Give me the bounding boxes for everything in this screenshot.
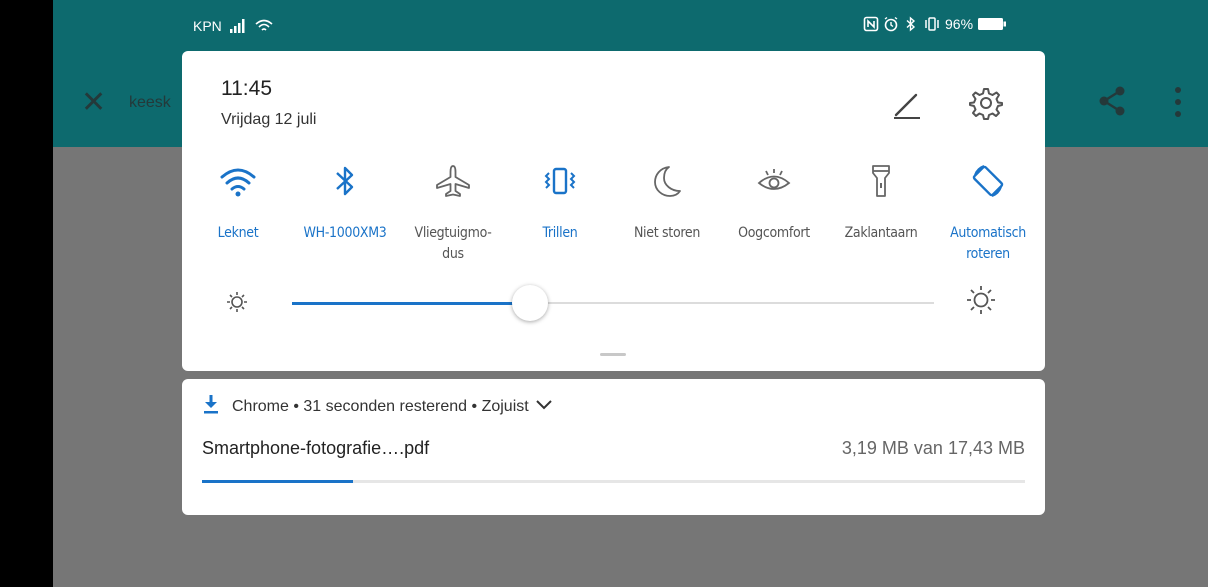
tile-airplane-mode[interactable]: Vliegtuigmo-dus <box>398 161 508 265</box>
airplane-icon <box>398 161 508 201</box>
wifi-icon <box>183 161 293 201</box>
tile-eye-comfort[interactable]: Oogcomfort <box>719 161 829 244</box>
gear-icon[interactable] <box>968 85 1004 126</box>
app-title: keesk <box>129 94 171 111</box>
download-size: 3,19 MB van 17,43 MB <box>841 438 1025 458</box>
chevron-down-icon[interactable] <box>535 398 553 416</box>
clock-time: 11:45 <box>221 77 272 100</box>
signal-icon <box>229 19 245 33</box>
tile-vibrate[interactable]: Trillen <box>505 161 615 244</box>
download-progress-fill <box>202 480 353 483</box>
edit-pencil-icon[interactable] <box>890 87 924 126</box>
download-icon <box>202 394 220 419</box>
close-icon[interactable]: ✕ <box>81 88 106 118</box>
tile-bluetooth[interactable]: WH-1000XM3 <box>290 161 400 244</box>
tile-label: Trillen <box>542 225 578 241</box>
notification-app: Chrome <box>232 397 289 415</box>
tile-label: Oogcomfort <box>738 225 810 241</box>
moon-icon <box>612 161 722 201</box>
brightness-slider-thumb[interactable] <box>511 285 548 321</box>
bluetooth-status-icon <box>906 16 916 32</box>
tile-label: Zaklantaarn <box>844 225 918 241</box>
brightness-slider-fill <box>292 301 530 305</box>
share-icon[interactable] <box>1095 84 1129 123</box>
tile-wifi[interactable]: Leknet <box>183 161 293 244</box>
carrier-name: KPN <box>193 18 222 34</box>
download-progress-track <box>202 480 1025 483</box>
wifi-status-icon <box>255 19 273 31</box>
more-options-icon[interactable] <box>1173 86 1183 123</box>
clock-date: Vrijdag 12 juli <box>221 111 317 128</box>
tile-label: Automatisch roteren <box>950 225 1026 262</box>
tile-do-not-disturb[interactable]: Niet storen <box>612 161 722 244</box>
brightness-high-icon <box>966 285 996 320</box>
flashlight-icon <box>826 161 936 201</box>
tile-auto-rotate[interactable]: Automatisch roteren <box>933 161 1043 265</box>
battery-icon <box>978 18 1007 30</box>
tile-label: Niet storen <box>633 225 701 241</box>
brightness-slider-track[interactable] <box>292 301 934 305</box>
alarm-icon <box>884 16 898 32</box>
download-notification[interactable]: Chrome • 31 seconden resterend • Zojuist… <box>182 379 1045 515</box>
notification-remaining: 31 seconden resterend <box>303 397 468 415</box>
vibrate-status-icon <box>925 17 939 31</box>
notification-time: Zojuist <box>481 397 529 415</box>
status-bar: KPN 96% <box>53 0 1208 48</box>
tile-label: Leknet <box>217 225 259 241</box>
eye-icon <box>719 161 829 201</box>
vibrate-icon <box>505 161 615 201</box>
quick-settings-panel: 11:45 Vrijdag 12 juli Leknet WH-1000XM3 … <box>182 51 1045 371</box>
panel-drag-handle[interactable] <box>600 353 626 356</box>
auto-rotate-icon <box>933 161 1043 201</box>
tile-label: Vliegtuigmo-dus <box>414 225 492 262</box>
screen: ✕ keesk KPN 96% 11:45 Vrijdag 12 juli Le… <box>53 0 1208 587</box>
download-file-name: Smartphone-fotografie….pdf <box>202 438 430 458</box>
bluetooth-icon <box>290 161 400 201</box>
notification-header: Chrome • 31 seconden resterend • Zojuist <box>202 394 553 419</box>
nfc-icon <box>863 16 879 32</box>
battery-percentage: 96% <box>945 16 974 32</box>
brightness-low-icon <box>226 291 248 318</box>
tile-flashlight[interactable]: Zaklantaarn <box>826 161 936 244</box>
tile-label: WH-1000XM3 <box>303 225 387 241</box>
